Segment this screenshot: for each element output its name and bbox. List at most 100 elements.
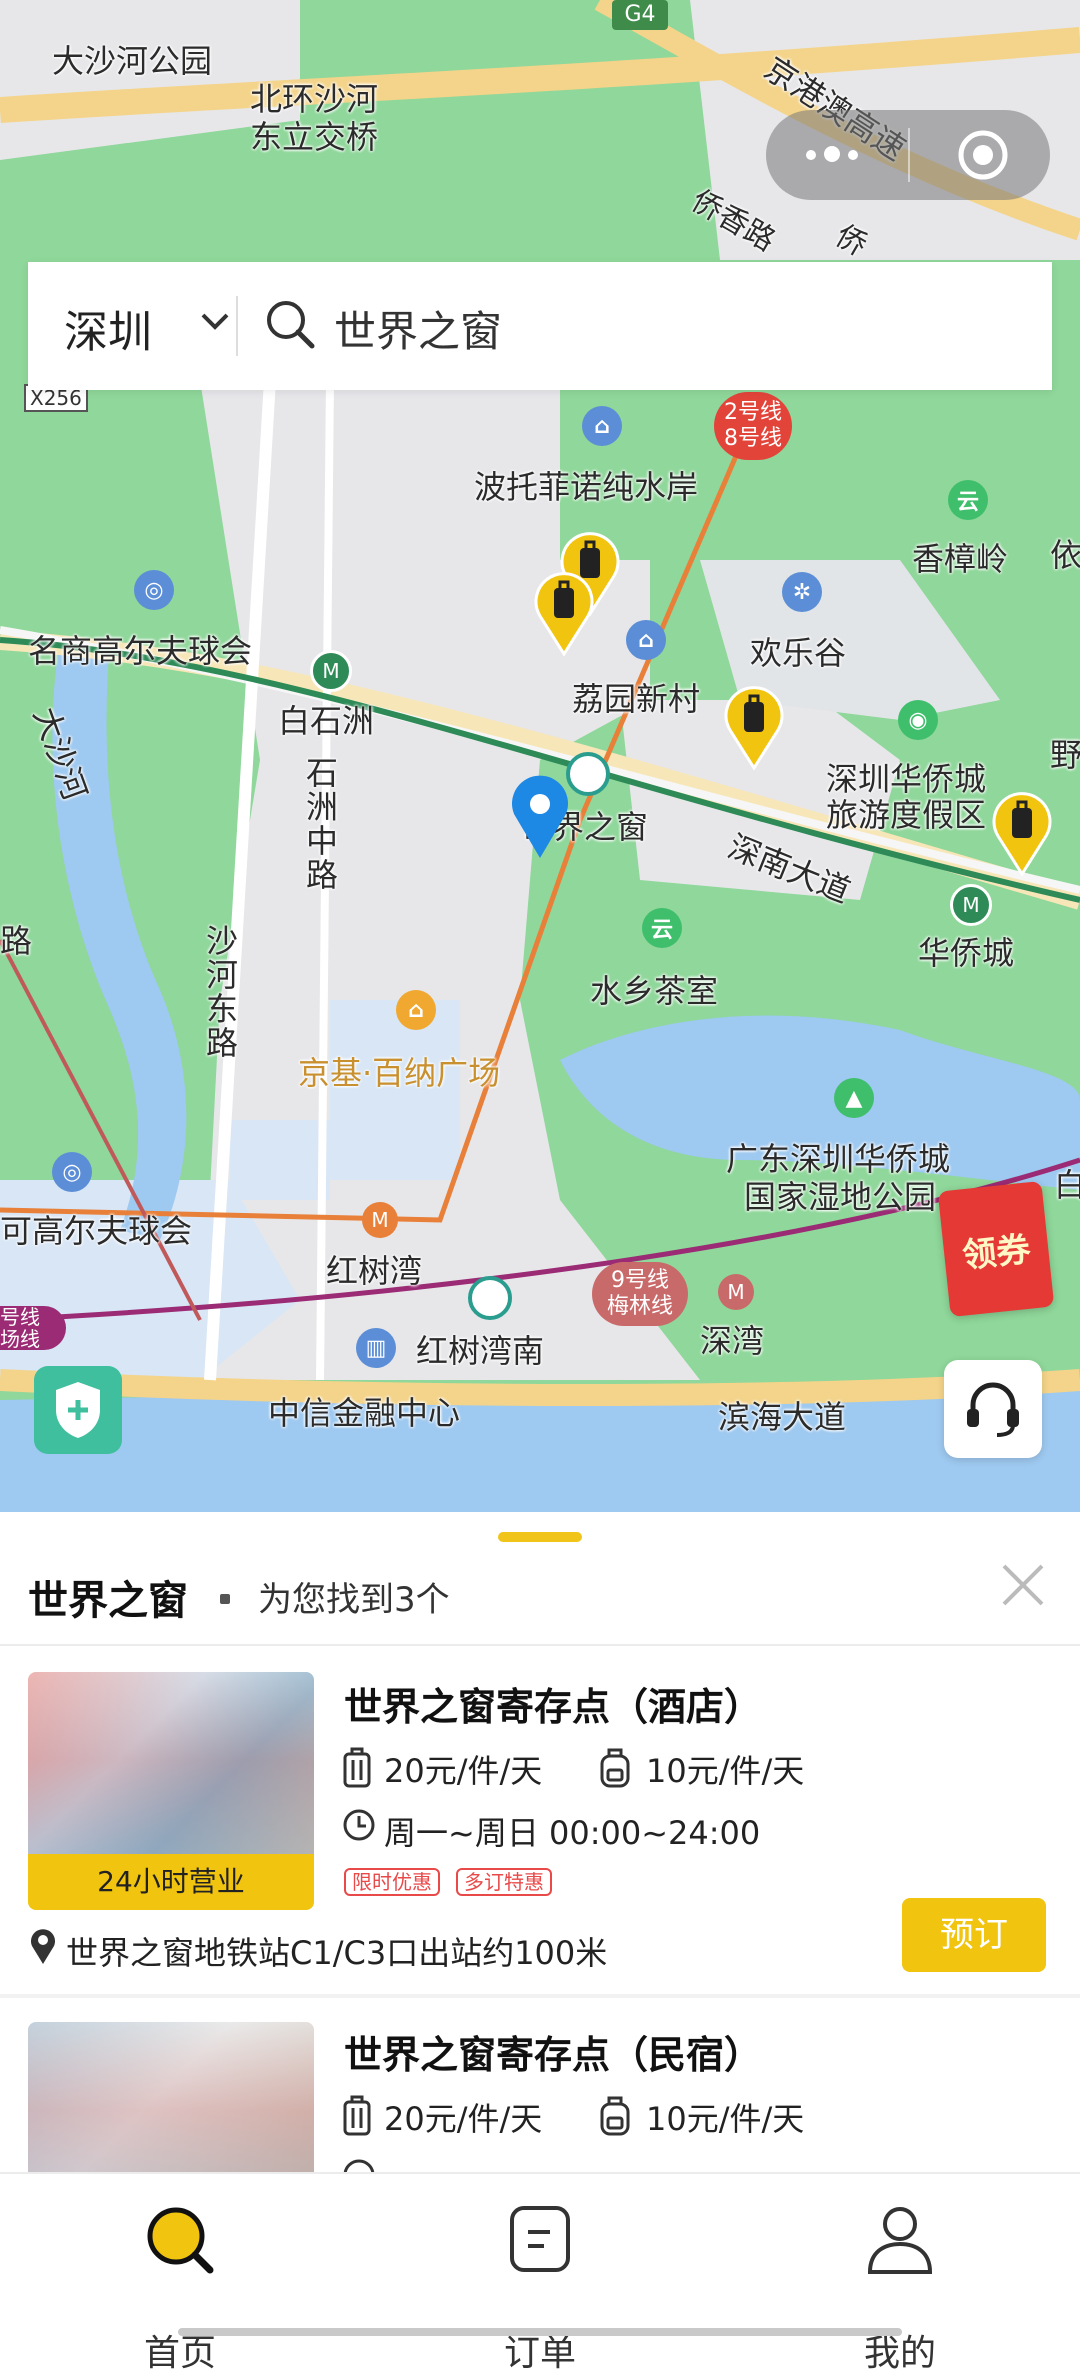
search-divider [236, 296, 238, 356]
close-miniapp-icon[interactable] [956, 128, 1010, 182]
metro-badge-line-8: 8号线 [724, 426, 782, 451]
metro-badge-2-8: 2号线 8号线 [714, 392, 792, 460]
map-label-lu: 路 [0, 922, 33, 960]
hours-badge: 24小时营业 [28, 1854, 314, 1910]
map-label-happy-valley: 欢乐谷 [750, 634, 847, 672]
map-label-binhai: 滨海大道 [718, 1398, 847, 1436]
location-pin-icon [512, 775, 568, 858]
store-name: 世界之窗寄存点（民宿） [344, 2033, 763, 2077]
capsule-menu [766, 110, 1050, 200]
map-label-xiangzhangling: 香樟岭 [912, 540, 1009, 578]
map-label-golf-left: 可高尔夫球会 [0, 1212, 193, 1250]
map-label-edge-1: 依 [1050, 536, 1080, 574]
map-label-hongshuwan-south: 红树湾南 [416, 1332, 545, 1370]
poi-tree-icon: ▲ [834, 1078, 874, 1118]
map-label-baishizhou: 白石洲 [278, 702, 375, 740]
metro-badge-meilin: 梅林线 [606, 1294, 673, 1319]
metro-badge-9: 9号线 梅林线 [592, 1262, 688, 1326]
transfer-station-icon [566, 752, 610, 796]
map-label-shenwan: 深湾 [700, 1322, 765, 1360]
map-label-wetland-2: 国家湿地公园 [744, 1178, 937, 1216]
metro-station-icon: M [718, 1274, 754, 1310]
chevron-down-icon[interactable] [200, 312, 230, 332]
metro-badge-edge-1: 号线 [0, 1305, 40, 1329]
search-bar[interactable]: 深圳 世界之窗 [28, 262, 1052, 390]
map-label-golf: 名商高尔夫球会 [28, 632, 253, 670]
results-panel: 世界之窗 为您找到3个 24小时营业 世界之窗寄存点（酒店） 20元/件/天 1… [0, 1512, 1080, 2172]
luggage-pin-icon[interactable] [722, 686, 786, 770]
poi-camera-icon: ◉ [898, 700, 938, 740]
poi-golf-icon: ◎ [134, 570, 174, 610]
poi-building-icon: ▥ [356, 1328, 396, 1368]
map-label-bai: 白 [1054, 1166, 1080, 1204]
luggage-pin-icon[interactable] [532, 572, 596, 656]
map-view[interactable]: 大沙河公园 北环沙河 东立交桥 京港澳高速 侨香路 侨 G4 X256 ⌂ 波托… [0, 0, 1080, 1512]
metro-badge-line-9: 9号线 [611, 1268, 669, 1293]
search-home-icon [147, 2207, 214, 2274]
shield-plus-icon [56, 1382, 100, 1438]
tab-orders[interactable]: 订单 [440, 2200, 640, 2374]
map-label-hongshuwan: 红树湾 [326, 1252, 423, 1290]
order-list-icon [510, 2206, 570, 2272]
poi-mall-icon: ⌂ [396, 990, 436, 1030]
drag-handle[interactable] [498, 1532, 582, 1542]
insurance-button[interactable] [34, 1366, 122, 1454]
suitcase-icon [343, 1747, 371, 1788]
more-icon[interactable] [806, 144, 866, 164]
clock-icon [343, 1809, 375, 1841]
city-selector[interactable]: 深圳 [64, 296, 152, 360]
transfer-station-icon [468, 1276, 512, 1320]
map-label-shahe-east: 沙河东路 [206, 922, 239, 1062]
price-small-luggage: 10元/件/天 [646, 1752, 805, 1790]
metro-badge-edge-2: 场线 [0, 1327, 40, 1351]
user-icon [867, 2207, 933, 2274]
price-large-luggage: 20元/件/天 [384, 1752, 543, 1790]
metro-badge-line-2: 2号线 [724, 400, 782, 425]
backpack-icon [600, 1748, 630, 1788]
clock-icon [343, 2159, 375, 2172]
promo-tag: 多订特惠 [456, 1868, 552, 1896]
metro-station-icon: M [362, 1202, 398, 1238]
poi-residence-icon: ⌂ [582, 406, 622, 446]
metro-badge-edge: 号线 场线 [0, 1306, 66, 1350]
result-card[interactable]: 24小时营业 世界之窗寄存点（酒店） 20元/件/天 10元/件/天 周一~周日… [0, 1646, 1080, 1986]
poi-residence-icon: ⌂ [626, 620, 666, 660]
customer-service-button[interactable] [944, 1360, 1042, 1458]
map-label-huaqiaocheng: 华侨城 [918, 934, 1015, 972]
separator-dot [220, 1594, 230, 1604]
metro-station-icon: M [310, 650, 352, 692]
highway-shield-g4: G4 [612, 0, 668, 30]
poi-golf-icon: ◎ [52, 1152, 92, 1192]
map-label-shizhou-road: 石洲中路 [306, 754, 339, 894]
map-label-citic: 中信金融中心 [268, 1394, 461, 1432]
map-label-ye: 野 [1050, 736, 1080, 774]
map-label-interchange-2: 东立交桥 [250, 118, 379, 156]
suitcase-icon [343, 2095, 371, 2136]
map-label-jingji: 京基·百纳广场 [298, 1054, 501, 1092]
map-label-ocf-2: 旅游度假区 [826, 796, 987, 834]
headset-icon [967, 1382, 1019, 1437]
poi-amusement-icon: ✲ [782, 572, 822, 612]
search-input[interactable]: 世界之窗 [334, 298, 502, 359]
price-small-luggage: 10元/件/天 [646, 2100, 805, 2138]
result-count: 为您找到3个 [258, 1580, 450, 1620]
tab-mine[interactable]: 我的 [800, 2200, 1000, 2374]
location-icon [31, 1929, 56, 1964]
book-button[interactable]: 预订 [902, 1898, 1046, 1972]
store-name: 世界之窗寄存点（酒店） [344, 1685, 763, 1729]
poi-park-icon: 云 [948, 480, 988, 520]
luggage-pin-icon[interactable] [990, 792, 1054, 876]
tab-home[interactable]: 首页 [80, 2200, 280, 2374]
store-photo [28, 2022, 314, 2172]
home-indicator [178, 2328, 902, 2336]
backpack-icon [600, 2096, 630, 2136]
map-label-park: 大沙河公园 [52, 42, 213, 80]
bottom-tab-bar: 首页 订单 我的 [0, 2172, 1080, 2374]
promo-tag: 限时优惠 [344, 1868, 440, 1896]
result-card[interactable]: 世界之窗寄存点（民宿） 20元/件/天 10元/件/天 [0, 1998, 1080, 2172]
metro-station-icon: M [950, 884, 992, 926]
close-icon[interactable] [1000, 1562, 1046, 1608]
search-icon [267, 301, 315, 349]
coupon-button[interactable]: 领券 [937, 1180, 1055, 1318]
map-label-water-tea: 水乡茶室 [590, 972, 719, 1010]
